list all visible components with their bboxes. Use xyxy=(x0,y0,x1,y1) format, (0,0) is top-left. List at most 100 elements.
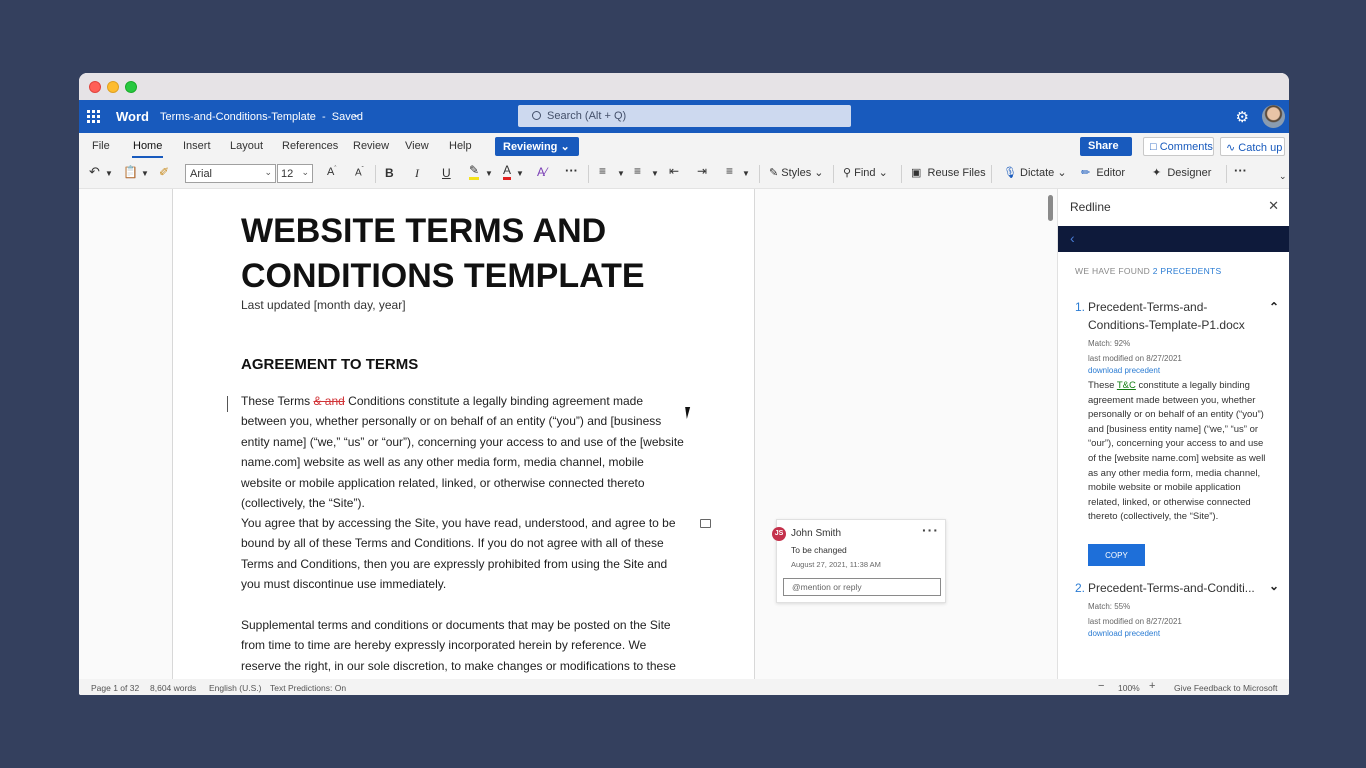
comment-reply-input[interactable]: @mention or reply xyxy=(783,578,941,596)
zoom-in-icon[interactable]: + xyxy=(1149,680,1155,692)
precedent-1-title[interactable]: Precedent-Terms-and-Conditions-Template-… xyxy=(1088,298,1268,334)
bullets-icon[interactable]: ≡ xyxy=(599,164,606,178)
tab-references[interactable]: References xyxy=(282,140,338,152)
dictate-button[interactable]: 🎙 Dictate ⌄ xyxy=(1003,166,1067,179)
paragraph-2[interactable]: You agree that by accessing the Site, yo… xyxy=(241,513,687,595)
font-name: Arial xyxy=(190,168,213,180)
maximize-window-button[interactable] xyxy=(125,81,137,93)
app-launcher-icon[interactable] xyxy=(87,110,100,123)
font-size: 12 xyxy=(281,168,294,180)
clear-formatting-icon[interactable]: A⁄ xyxy=(537,165,547,179)
more-options-icon[interactable]: ··· xyxy=(565,163,578,178)
comment-marker-icon[interactable] xyxy=(700,519,711,528)
tracked-deletion[interactable]: & and xyxy=(313,394,344,408)
precedent-2-number: 2. xyxy=(1075,581,1086,595)
excerpt-start: These xyxy=(1088,380,1117,391)
avatar[interactable] xyxy=(1262,105,1285,128)
comment-card[interactable]: JS John Smith ··· To be changed August 2… xyxy=(772,519,946,603)
chevron-down-icon[interactable]: ⌄ xyxy=(1269,579,1279,593)
chevron-up-icon[interactable]: ⌃ xyxy=(1269,300,1279,314)
reviewing-mode-button[interactable]: Reviewing ⌄ xyxy=(495,137,579,156)
zoom-level[interactable]: 100% xyxy=(1118,683,1140,693)
tab-home[interactable]: Home xyxy=(131,140,164,158)
language[interactable]: English (U.S.) xyxy=(209,683,261,693)
zoom-out-icon[interactable]: − xyxy=(1098,680,1104,692)
tab-file[interactable]: File xyxy=(92,140,110,152)
bold-icon[interactable]: B xyxy=(385,166,394,180)
styles-button[interactable]: ✎ Styles ⌄ xyxy=(769,166,824,179)
close-window-button[interactable] xyxy=(89,81,101,93)
minimize-window-button[interactable] xyxy=(107,81,119,93)
undo-icon[interactable]: ↶ xyxy=(89,164,100,180)
gear-icon[interactable]: ⚙ xyxy=(1236,108,1249,126)
editor-icon: ✏ xyxy=(1081,167,1091,179)
microphone-icon: 🎙 xyxy=(1003,167,1017,179)
chevron-down-icon[interactable]: ▼ xyxy=(516,169,524,178)
comments-button[interactable]: □ Comments xyxy=(1143,137,1214,156)
tab-insert[interactable]: Insert xyxy=(183,140,211,152)
styles-label: Styles xyxy=(781,167,812,179)
precedent-2-download-link[interactable]: download precedent xyxy=(1088,629,1160,638)
back-icon[interactable]: ‹ xyxy=(1070,230,1075,246)
underline-icon[interactable]: U xyxy=(442,166,451,180)
font-color-icon[interactable]: A xyxy=(503,164,512,180)
format-painter-icon[interactable]: ✐ xyxy=(159,165,169,179)
close-icon[interactable]: ✕ xyxy=(1268,198,1279,214)
last-updated-text: Last updated [month day, year] xyxy=(241,298,406,312)
doc-name: Terms-and-Conditions-Template xyxy=(160,111,316,123)
share-button[interactable]: Share xyxy=(1080,137,1132,156)
paragraph-3[interactable]: Supplemental terms and conditions or doc… xyxy=(241,615,687,679)
copy-button[interactable]: COPY xyxy=(1088,544,1145,566)
reuse-files-icon: ▣ xyxy=(911,167,922,179)
grow-font-icon[interactable]: Aˆ xyxy=(327,166,336,178)
chevron-down-icon[interactable]: ▼ xyxy=(105,169,113,178)
chevron-down-icon[interactable]: ▼ xyxy=(485,169,493,178)
app-name[interactable]: Word xyxy=(116,109,149,124)
font-name-select[interactable]: Arial ⌄ xyxy=(185,164,276,183)
more-options-icon[interactable]: ··· xyxy=(922,522,939,538)
tab-view[interactable]: View xyxy=(405,140,429,152)
shrink-font-icon[interactable]: Aˇ xyxy=(355,167,364,178)
paragraph-1[interactable]: These Terms & and Conditions constitute … xyxy=(241,391,687,513)
feedback-link[interactable]: Give Feedback to Microsoft xyxy=(1174,683,1277,693)
search-input[interactable]: Search (Alt + Q) xyxy=(518,105,851,127)
italic-icon[interactable]: I xyxy=(415,166,419,181)
find-button[interactable]: ⚲ Find ⌄ xyxy=(843,166,888,179)
tab-help[interactable]: Help xyxy=(449,140,472,152)
font-size-select[interactable]: 12 ⌄ xyxy=(277,164,313,183)
divider xyxy=(1226,165,1227,183)
catch-up-button[interactable]: ∿ Catch up xyxy=(1220,137,1285,156)
page-count[interactable]: Page 1 of 32 xyxy=(91,683,139,693)
divider xyxy=(833,165,834,183)
word-window: Word Terms-and-Conditions-Template - Sav… xyxy=(79,73,1289,695)
document-page[interactable]: WEBSITE TERMS AND CONDITIONS TEMPLATE La… xyxy=(172,189,755,679)
reuse-files-button[interactable]: ▣ Reuse Files xyxy=(911,166,986,179)
clipboard-icon[interactable]: 📋 xyxy=(123,165,138,179)
chevron-down-icon[interactable]: ▼ xyxy=(141,169,149,178)
activity-icon: ∿ xyxy=(1226,142,1236,154)
text-predictions[interactable]: Text Predictions: On xyxy=(270,683,346,693)
precedent-1-excerpt: These T&C constitute a legally binding a… xyxy=(1088,379,1268,525)
reviewing-label: Reviewing xyxy=(503,141,558,153)
more-options-icon[interactable]: ··· xyxy=(1234,163,1247,178)
align-icon[interactable]: ≡ xyxy=(726,164,733,178)
divider xyxy=(375,165,376,183)
chevron-down-icon[interactable]: ▼ xyxy=(651,169,659,178)
highlight-icon[interactable]: ✎ xyxy=(469,164,480,180)
tab-review[interactable]: Review xyxy=(353,140,389,152)
numbering-icon[interactable]: ≡ xyxy=(634,164,641,178)
chevron-down-icon[interactable]: ▼ xyxy=(742,169,750,178)
vertical-scrollbar[interactable] xyxy=(1048,195,1053,221)
editor-button[interactable]: ✏ Editor xyxy=(1081,166,1125,179)
word-count[interactable]: 8,604 words xyxy=(150,683,196,693)
precedent-1-download-link[interactable]: download precedent xyxy=(1088,366,1160,375)
chevron-down-icon[interactable]: ⌄ xyxy=(352,109,360,120)
tab-layout[interactable]: Layout xyxy=(230,140,263,152)
designer-button[interactable]: ✦ Designer xyxy=(1152,166,1211,179)
precedent-2-title[interactable]: Precedent-Terms-and-Conditi... xyxy=(1088,579,1268,597)
document-title[interactable]: Terms-and-Conditions-Template - Saved xyxy=(160,111,363,123)
decrease-indent-icon[interactable]: ⇤ xyxy=(669,164,679,178)
chevron-down-icon[interactable]: ▼ xyxy=(617,169,625,178)
chevron-down-icon[interactable]: ⌄ xyxy=(1279,171,1287,182)
increase-indent-icon[interactable]: ⇥ xyxy=(697,164,707,178)
